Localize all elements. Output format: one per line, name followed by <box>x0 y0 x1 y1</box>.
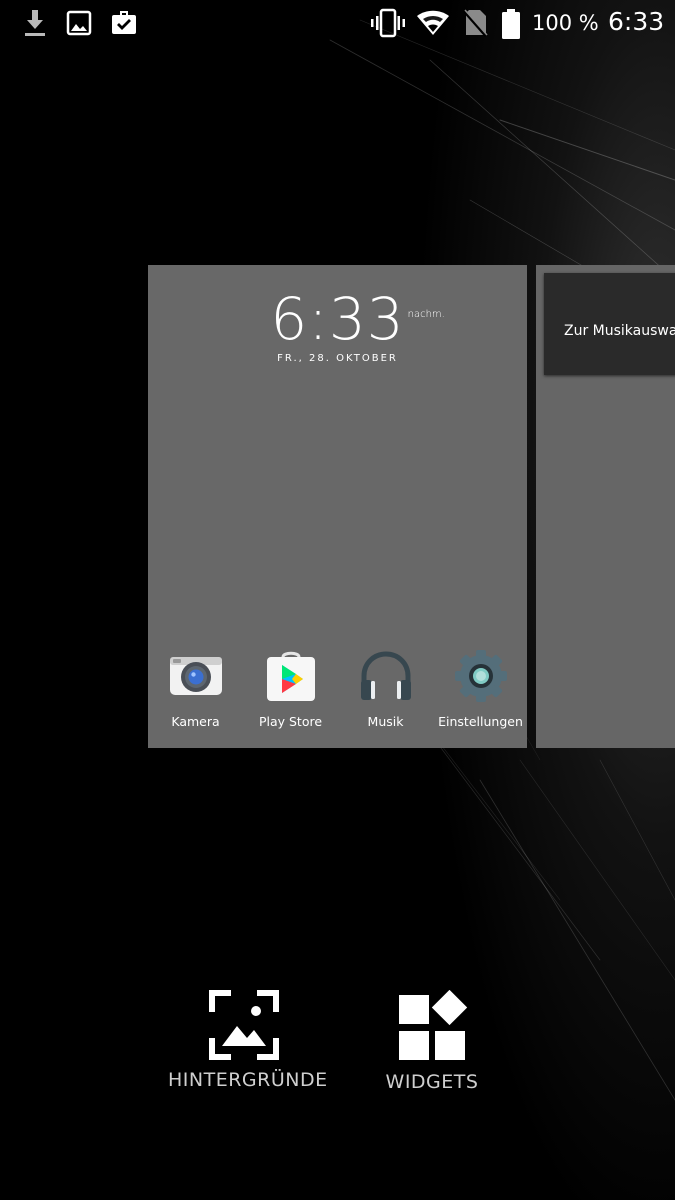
clock-widget[interactable]: 6:33 nachm. FR., 28. OKTOBER <box>148 287 527 364</box>
briefcase-check-icon <box>112 11 136 34</box>
app-label-kamera: Kamera <box>171 714 220 729</box>
clock-widget-time: 6:33 nachm. <box>270 285 444 353</box>
music-widget-text: Zur Musikauswa <box>564 323 675 339</box>
app-play-store[interactable]: Play Store <box>243 645 338 740</box>
music-widget[interactable]: Zur Musikauswa <box>544 273 675 375</box>
widgets-icon <box>399 990 468 1060</box>
battery-percentage: 100 % <box>532 11 599 35</box>
headphones-icon <box>361 651 411 700</box>
clock-widget-ampm: nachm. <box>407 309 445 320</box>
app-label-einstellungen: Einstellungen <box>438 714 523 729</box>
status-clock: 6:33 <box>608 7 665 36</box>
vibrate-icon <box>371 8 405 38</box>
app-label-play-store: Play Store <box>258 714 323 729</box>
download-icon <box>25 10 45 36</box>
home-screen-page-preview-next[interactable]: Zur Musikauswa <box>536 265 675 748</box>
battery-icon <box>502 9 520 39</box>
no-sim-icon <box>462 9 488 37</box>
camera-icon <box>170 657 222 695</box>
clock-time-text: 6:33 <box>270 285 405 353</box>
widgets-label: WIDGETS <box>385 1071 479 1093</box>
wallpapers-button[interactable]: HINTERGRÜNDE <box>168 990 328 1092</box>
clock-widget-date: FR., 28. OKTOBER <box>277 353 398 364</box>
play-store-icon <box>267 651 315 701</box>
settings-gear-icon <box>455 650 507 702</box>
wifi-icon <box>417 10 449 35</box>
widgets-button[interactable]: WIDGETS <box>372 990 492 1094</box>
image-icon <box>66 10 92 36</box>
launcher-overview-screen: 100 % 6:33 6:33 nachm. FR., 28. OKTOBER K… <box>0 0 675 1200</box>
home-screen-page-preview[interactable]: 6:33 nachm. FR., 28. OKTOBER Kamera Play… <box>148 265 527 748</box>
app-kamera[interactable]: Kamera <box>148 645 243 740</box>
app-label-musik: Musik <box>367 714 404 729</box>
wallpapers-label: HINTERGRÜNDE <box>168 1069 328 1091</box>
status-bar: 100 % 6:33 <box>0 0 675 46</box>
wallpaper-icon <box>209 990 279 1060</box>
app-musik[interactable]: Musik <box>338 645 433 740</box>
app-einstellungen[interactable]: Einstellungen <box>433 645 528 740</box>
